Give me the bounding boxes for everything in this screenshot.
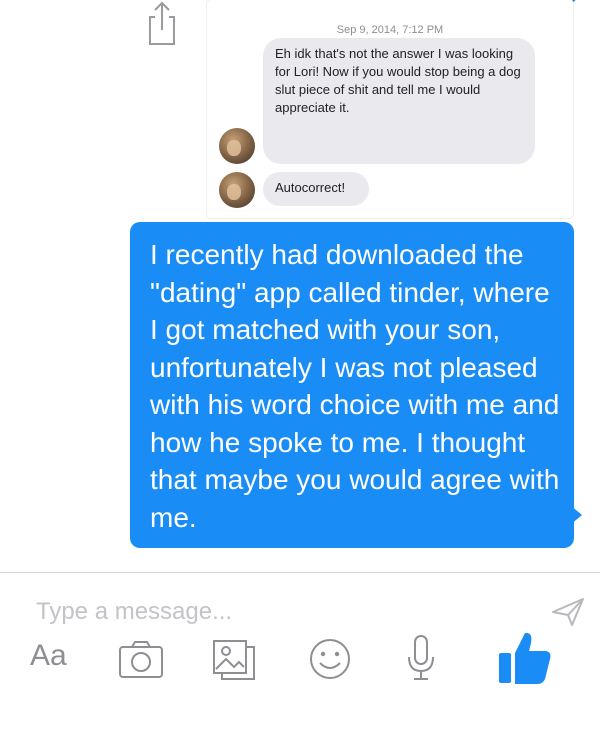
- message-input[interactable]: [34, 587, 518, 637]
- shared-screenshot[interactable]: Sep 9, 2014, 7:12 PM Eh idk that's not t…: [207, 0, 573, 218]
- sender-avatar: [219, 128, 255, 164]
- incoming-message-bubble[interactable]: Eh idk that's not the answer I was looki…: [263, 38, 535, 164]
- outgoing-bubble-tail: [570, 505, 582, 525]
- message-timestamp: Sep 9, 2014, 7:12 PM: [336, 24, 444, 36]
- message-composer: Aa: [0, 572, 600, 729]
- send-icon[interactable]: [550, 597, 586, 627]
- text-format-button[interactable]: Aa: [30, 639, 67, 673]
- outgoing-message-bubble[interactable]: I recently had downloaded the "dating" a…: [130, 222, 574, 548]
- sender-avatar: [219, 172, 255, 208]
- emoji-icon[interactable]: [308, 637, 352, 681]
- share-icon[interactable]: [146, 0, 178, 46]
- microphone-icon[interactable]: [404, 633, 438, 683]
- thumbs-up-icon[interactable]: [496, 629, 554, 687]
- camera-icon[interactable]: [118, 639, 164, 679]
- photo-gallery-icon[interactable]: [212, 637, 256, 681]
- incoming-message-bubble[interactable]: Autocorrect!: [263, 172, 369, 206]
